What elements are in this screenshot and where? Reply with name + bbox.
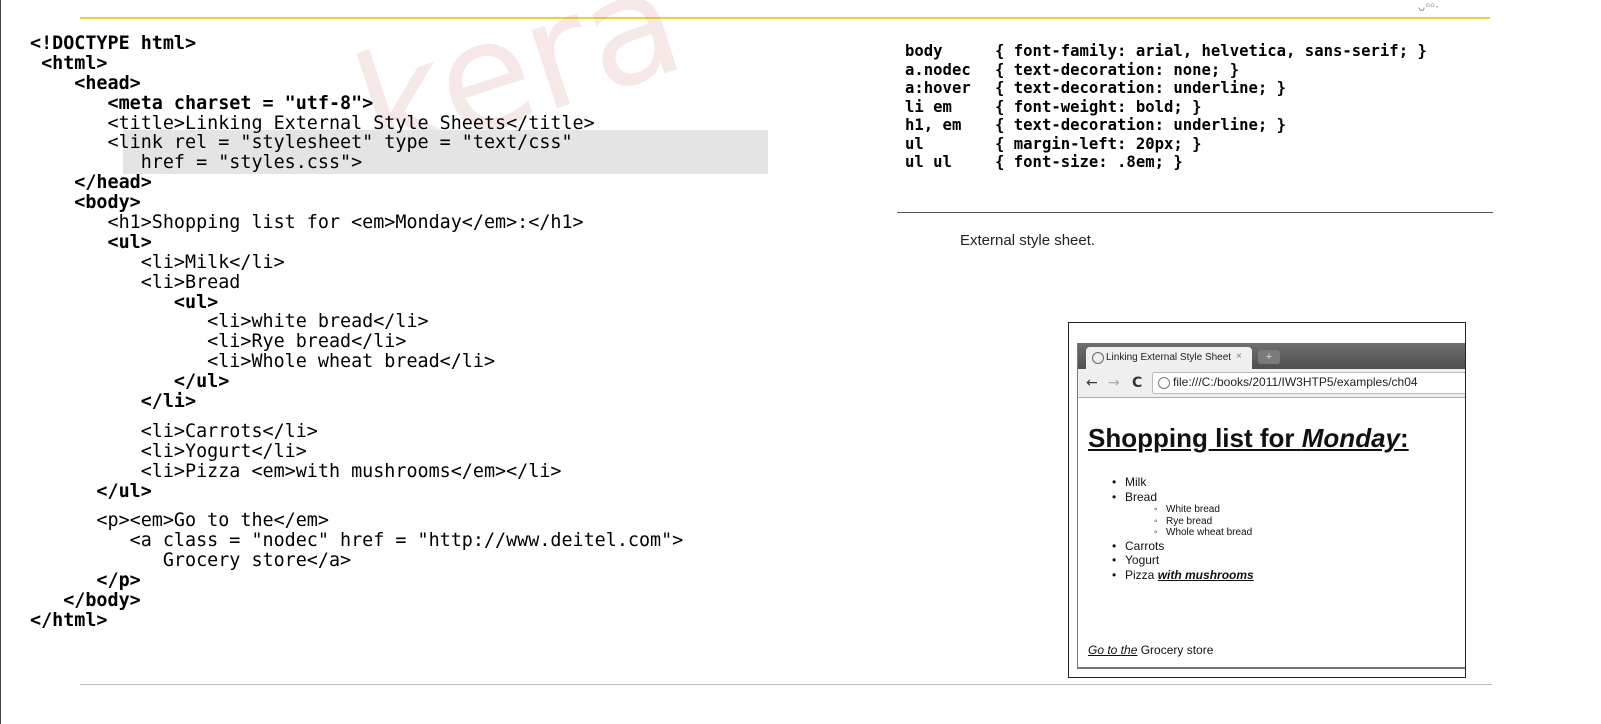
pizza-text: Pizza bbox=[1125, 567, 1158, 582]
code-line: </ul> bbox=[30, 480, 152, 502]
css-code-listing: body { font-family: arial, helvetica, san… bbox=[905, 42, 1427, 172]
grocery-paragraph: Go to the Grocery store bbox=[1088, 643, 1213, 657]
top-rule bbox=[80, 17, 1490, 19]
code-line: <head> bbox=[30, 72, 141, 94]
code-line: Grocery store</a> bbox=[30, 550, 352, 572]
grocery-store-link[interactable]: Grocery store bbox=[1141, 643, 1214, 657]
page-corner-mark: ᴗᵒᵒ· bbox=[1418, 0, 1440, 14]
css-declaration: { text-decoration: underline; } bbox=[995, 79, 1287, 97]
nested-list-item: White bread bbox=[1154, 504, 1295, 516]
code-line: <li>Carrots</li> bbox=[30, 420, 318, 442]
code-line: <p><em>Go to the</em> bbox=[30, 510, 329, 532]
code-line: <li>Bread bbox=[30, 271, 241, 293]
heading-text: Shopping list for bbox=[1088, 423, 1302, 453]
code-line: </p> bbox=[30, 570, 141, 592]
page-heading: Shopping list for Monday: bbox=[1088, 423, 1409, 454]
back-icon[interactable]: ← bbox=[1086, 375, 1098, 391]
nested-list-item: Rye bread bbox=[1154, 516, 1295, 528]
code-line: <h1>Shopping list for <em>Monday</em>:</… bbox=[30, 212, 584, 234]
css-declaration: { font-size: .8em; } bbox=[995, 153, 1183, 171]
browser-tab[interactable]: Linking External Style Sheet × bbox=[1086, 347, 1252, 369]
code-line: <li>Pizza <em>with mushrooms</em></li> bbox=[30, 460, 562, 482]
browser-toolbar: ← → C file:///C:/books/2011/IW3HTP5/exam… bbox=[1078, 369, 1465, 398]
code-line: <!DOCTYPE html> bbox=[30, 33, 197, 54]
list-item: Bread bbox=[1112, 490, 1254, 505]
css-declaration: { text-decoration: none; } bbox=[995, 60, 1240, 79]
css-selector: ul bbox=[905, 134, 924, 153]
list-item: Carrots bbox=[1112, 539, 1254, 554]
forward-icon[interactable]: → bbox=[1108, 375, 1120, 391]
code-line: href = "styles.css"> bbox=[30, 152, 363, 174]
css-rule-row: body { font-family: arial, helvetica, san… bbox=[905, 42, 1427, 61]
code-line: <li>Milk</li> bbox=[30, 251, 285, 273]
code-line: <html> bbox=[30, 52, 108, 74]
tab-title: Linking External Style Sheet bbox=[1106, 352, 1232, 363]
browser-window: Linking External Style Sheet × + ← → C f… bbox=[1077, 343, 1465, 669]
code-line: </html> bbox=[30, 609, 108, 631]
css-declaration: { font-family: arial, helvetica, sans-se… bbox=[995, 42, 1427, 60]
list-item: Milk bbox=[1112, 475, 1254, 490]
code-line: <li>Whole wheat bread</li> bbox=[30, 351, 496, 373]
browser-tabbar: Linking External Style Sheet × + bbox=[1078, 343, 1465, 369]
css-rule-row: a.nodec { text-decoration: none; } bbox=[905, 61, 1427, 80]
css-selector: a:hover bbox=[905, 79, 971, 97]
css-rule-row: a:hover { text-decoration: underline; } bbox=[905, 79, 1427, 98]
browser-screenshot: Linking External Style Sheet × + ← → C f… bbox=[1068, 322, 1466, 678]
list-item: Yogurt bbox=[1112, 553, 1254, 568]
css-rule-row: h1, em { text-decoration: underline; } bbox=[905, 116, 1427, 135]
code-line: </body> bbox=[30, 590, 141, 612]
code-line: <li>Yogurt</li> bbox=[30, 440, 307, 462]
code-line: <ul> bbox=[30, 231, 152, 253]
nested-list-item: Whole wheat bread bbox=[1154, 527, 1295, 539]
code-line: </ul> bbox=[30, 371, 230, 393]
code-line: <li>white bread</li> bbox=[30, 311, 429, 333]
css-declaration: { text-decoration: underline; } bbox=[995, 116, 1287, 134]
css-selector: body bbox=[905, 42, 943, 60]
code-line: <ul> bbox=[30, 291, 219, 313]
heading-colon: : bbox=[1400, 423, 1409, 453]
code-line: </li> bbox=[30, 391, 197, 413]
css-selector: h1, em bbox=[905, 116, 962, 134]
css-selector: a.nodec bbox=[905, 60, 971, 79]
url-text: file:///C:/books/2011/IW3HTP5/examples/c… bbox=[1173, 375, 1418, 389]
code-line: <meta charset = "utf-8"> bbox=[30, 92, 374, 114]
pizza-emphasis: with mushrooms bbox=[1157, 567, 1254, 582]
css-rule-row: ul ul { font-size: .8em; } bbox=[905, 153, 1427, 172]
heading-emphasis: Monday bbox=[1301, 423, 1400, 453]
code-line: </head> bbox=[30, 172, 152, 194]
address-bar[interactable]: file:///C:/books/2011/IW3HTP5/examples/c… bbox=[1152, 372, 1465, 394]
page-icon bbox=[1158, 377, 1170, 389]
nested-list: White bread Rye bread Whole wheat bread bbox=[1154, 504, 1295, 539]
code-line: <link rel = "stylesheet" type = "text/cs… bbox=[30, 132, 573, 154]
list-item: Pizza with mushrooms bbox=[1112, 567, 1254, 583]
css-selector: ul ul bbox=[905, 153, 952, 171]
html-code-listing: <!DOCTYPE html> <html> <head> <meta char… bbox=[30, 33, 768, 631]
css-selector: li em bbox=[905, 97, 952, 116]
css-declaration: { margin-left: 20px; } bbox=[995, 134, 1202, 153]
code-line: <title>Linking External Style Sheets</ti… bbox=[30, 112, 595, 134]
css-declaration: { font-weight: bold; } bbox=[995, 97, 1202, 116]
code-line: <li>Rye bread</li> bbox=[30, 331, 407, 353]
code-line: <a class = "nodec" href = "http://www.de… bbox=[30, 530, 684, 552]
figure-caption: External style sheet. bbox=[960, 232, 1096, 249]
reload-icon[interactable]: C bbox=[1132, 375, 1142, 391]
paragraph-emphasis: Go to the bbox=[1088, 643, 1138, 657]
shopping-list: Milk Bread White bread Rye bread Whole w… bbox=[1112, 475, 1254, 583]
page-left-border bbox=[0, 0, 1, 724]
close-tab-icon[interactable]: × bbox=[1236, 351, 1242, 362]
css-rule-row: li em { font-weight: bold; } bbox=[905, 98, 1427, 117]
new-tab-button[interactable]: + bbox=[1258, 350, 1280, 364]
css-listing-rule bbox=[897, 212, 1493, 213]
css-rule-row: ul { margin-left: 20px; } bbox=[905, 135, 1427, 154]
bottom-rule bbox=[80, 684, 1492, 685]
globe-icon bbox=[1092, 352, 1104, 364]
code-line: <body> bbox=[30, 192, 141, 214]
